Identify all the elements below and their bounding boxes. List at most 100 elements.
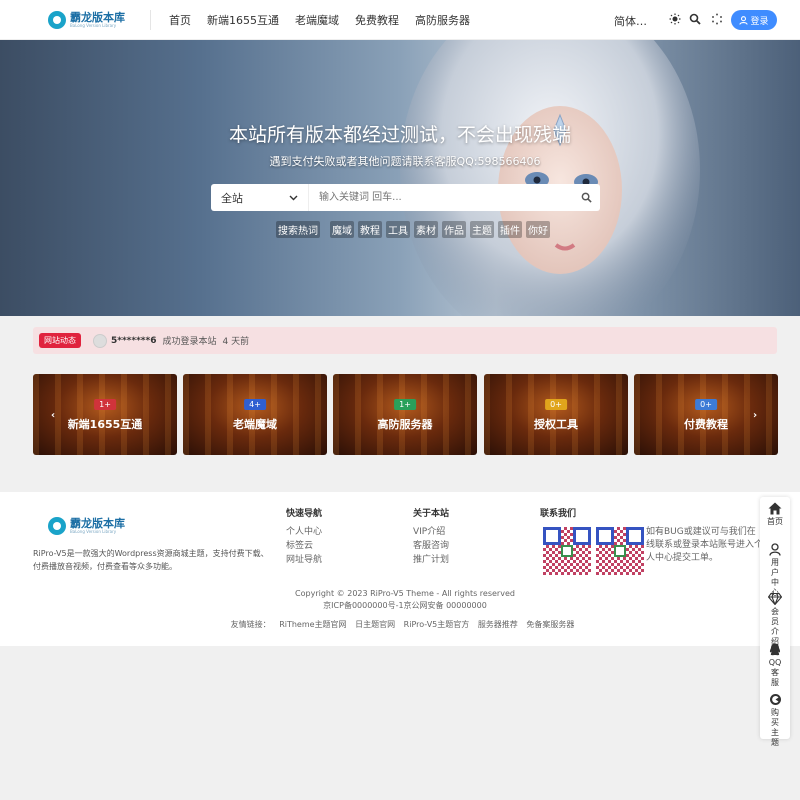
- hot-word[interactable]: 主题: [470, 221, 494, 238]
- logo-mark-icon: [48, 11, 66, 29]
- logo-text-cn: 霸龙版本库: [70, 517, 125, 530]
- logo-text-cn: 霸龙版本库: [70, 11, 125, 24]
- search-scope-select[interactable]: 全站: [211, 184, 309, 211]
- side-item-label: 会员介绍: [771, 607, 779, 646]
- side-item-home[interactable]: 首页: [760, 502, 790, 527]
- nav-item-new-1655[interactable]: 新端1655互通: [207, 12, 279, 28]
- main-nav: 首页 新端1655互通 老端魔域 免费教程 高防服务器: [169, 0, 470, 40]
- carousel-next-arrow-icon[interactable]: ›: [753, 410, 757, 421]
- chevron-down-icon: [289, 195, 298, 200]
- hero-character-image: [400, 40, 700, 316]
- logo-text-en: BaLong Version Library: [70, 23, 117, 28]
- footer-about: 关于本站 VIP介绍 客服咨询 推广计划: [413, 506, 449, 567]
- side-item-buy-theme[interactable]: 购买主题: [760, 693, 790, 748]
- friend-link[interactable]: 服务器推荐: [478, 620, 518, 629]
- footer-description: RiPro-V5是一款强大的Wordpress资源商城主题，支持付费下载、付费播…: [33, 549, 269, 571]
- friend-link[interactable]: 免备案服务器: [526, 620, 574, 629]
- hot-word[interactable]: 素材: [414, 221, 438, 238]
- category-card[interactable]: 0+ 授权工具: [484, 374, 628, 455]
- ticker-time: 4 天前: [222, 337, 250, 347]
- hot-search-words: 搜索热词 魔域 教程 工具 素材 作品 主题 插件 你好: [276, 221, 550, 238]
- footer-quick-nav: 快速导航 个人中心 标签云 网址导航: [286, 506, 322, 567]
- side-item-user-center[interactable]: 用户中心: [760, 543, 790, 598]
- hot-words-label: 搜索热词: [276, 221, 320, 238]
- nav-item-old-moyu[interactable]: 老端魔域: [295, 12, 339, 28]
- ticker-username: 5*******6: [111, 335, 157, 346]
- floating-side-menu: 首页 用户中心 会员介绍 QQ客服 购买主题: [760, 497, 790, 747]
- carousel-prev-arrow-icon[interactable]: ‹: [51, 410, 55, 421]
- loading-spinner-icon: [712, 13, 722, 25]
- hot-word[interactable]: 你好: [526, 221, 550, 238]
- side-item-membership[interactable]: 会员介绍: [760, 593, 790, 647]
- qr-code-image: [543, 527, 591, 575]
- nav-item-free-tutorials[interactable]: 免费教程: [355, 12, 399, 28]
- hot-word[interactable]: 作品: [442, 221, 466, 238]
- nav-item-ddos-servers[interactable]: 高防服务器: [415, 12, 470, 28]
- footer-column-title: 联系我们: [540, 509, 577, 519]
- search-icon: [581, 192, 592, 203]
- side-item-label: 购买主题: [771, 708, 779, 747]
- login-label: 登录: [750, 16, 769, 27]
- search-bar: 全站: [211, 184, 600, 211]
- copyright: Copyright © 2023 RiPro-V5 Theme - All ri…: [0, 588, 800, 612]
- category-count-badge: 0+: [545, 399, 567, 410]
- footer-link[interactable]: 个人中心: [286, 525, 322, 539]
- category-count-badge: 1+: [94, 399, 116, 410]
- category-count-badge: 0+: [695, 399, 717, 410]
- diamond-icon: [768, 593, 782, 605]
- search-submit-button[interactable]: [572, 184, 600, 211]
- footer-link[interactable]: 推广计划: [413, 553, 449, 567]
- search-scope-value: 全站: [221, 191, 243, 205]
- side-item-qq-support[interactable]: QQ客服: [760, 643, 790, 688]
- activity-badge: 网站动态: [39, 333, 81, 348]
- footer-column-title: 关于本站: [413, 509, 450, 519]
- friend-links: 友情链接： RiTheme主题官网 日主题官网 RiPro-V5主题官方 服务器…: [0, 619, 800, 630]
- icp-text[interactable]: 京ICP备0000000号-1京公网安备 00000000: [0, 600, 800, 612]
- footer-logo[interactable]: 霸龙版本库 BaLong Version Library: [48, 512, 128, 540]
- friend-link[interactable]: RiTheme主题官网: [279, 620, 346, 629]
- category-carousel: 1+ 新端1655互通 4+ 老端魔域 1+ 高防服务器 0+ 授权工具 0+ …: [33, 374, 778, 455]
- site-header: 霸龙版本库 BaLong Version Library 首页 新端1655互通…: [0, 0, 800, 40]
- login-button[interactable]: 登录: [731, 10, 777, 30]
- user-icon: [769, 543, 781, 556]
- category-card[interactable]: 1+ 高防服务器: [333, 374, 477, 455]
- avatar: [93, 333, 107, 348]
- footer-contact-text: 如有BUG或建议可与我们在线联系或登录本站账号进入个人中心提交工单。: [646, 527, 764, 563]
- footer-link[interactable]: 网址导航: [286, 553, 322, 567]
- hot-word[interactable]: 插件: [498, 221, 522, 238]
- site-footer: 霸龙版本库 BaLong Version Library RiPro-V5是一款…: [0, 492, 800, 646]
- hero-banner: 本站所有版本都经过测试，不会出现残端 遇到支付失败或者其他问题请联系客服QQ:5…: [0, 40, 800, 316]
- hero-title: 本站所有版本都经过测试，不会出现残端: [228, 124, 571, 146]
- site-activity-ticker: 网站动态 5*******6 成功登录本站 4 天前: [33, 327, 777, 354]
- theme-logo-icon: [769, 694, 781, 705]
- qq-icon: [769, 643, 781, 656]
- category-card[interactable]: 4+ 老端魔域: [183, 374, 327, 455]
- footer-contact: 联系我们: [540, 506, 576, 525]
- friend-links-label: 友情链接：: [230, 620, 271, 629]
- hot-word[interactable]: 魔域: [330, 221, 354, 238]
- category-title: 授权工具: [534, 418, 578, 431]
- hot-word[interactable]: 教程: [358, 221, 382, 238]
- search-input[interactable]: [309, 184, 572, 211]
- search-icon[interactable]: [689, 13, 701, 25]
- footer-link[interactable]: 客服咨询: [413, 539, 449, 553]
- category-title: 高防服务器: [377, 418, 433, 431]
- language-switcher[interactable]: 简体…: [614, 13, 647, 29]
- nav-item-home[interactable]: 首页: [169, 12, 191, 28]
- footer-column-title: 快速导航: [286, 509, 323, 519]
- qr-code-image: [596, 527, 644, 575]
- site-logo[interactable]: 霸龙版本库 BaLong Version Library: [48, 6, 128, 34]
- side-item-label: 用户中心: [771, 558, 779, 597]
- user-icon: [739, 15, 749, 25]
- category-title: 老端魔域: [233, 418, 277, 431]
- home-icon: [768, 502, 782, 515]
- friend-link[interactable]: 日主题官网: [355, 620, 395, 629]
- theme-toggle-icon[interactable]: [669, 13, 681, 25]
- footer-link[interactable]: VIP介绍: [413, 525, 449, 539]
- header-divider: [150, 10, 151, 30]
- friend-link[interactable]: RiPro-V5主题官方: [404, 620, 470, 629]
- logo-mark-icon: [48, 517, 66, 535]
- side-item-label: QQ客服: [768, 658, 782, 687]
- footer-link[interactable]: 标签云: [286, 539, 322, 553]
- hot-word[interactable]: 工具: [386, 221, 410, 238]
